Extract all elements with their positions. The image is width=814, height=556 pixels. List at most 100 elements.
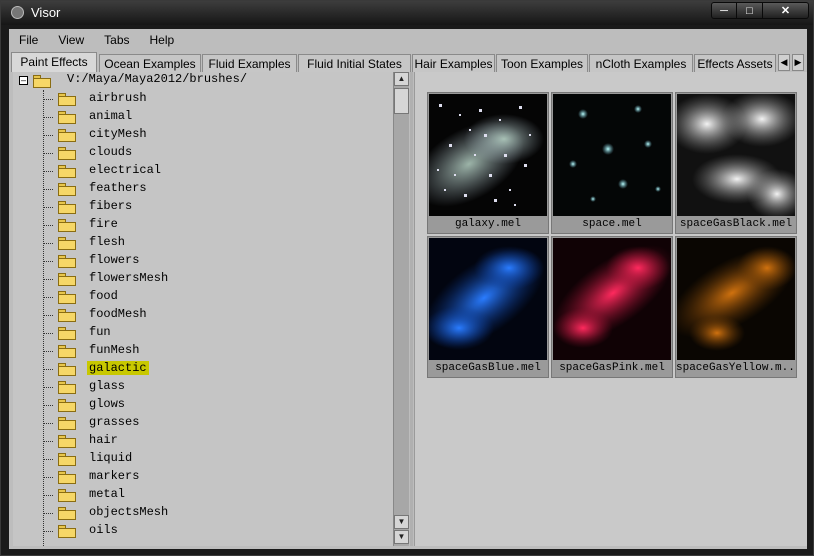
close-button[interactable]: ✕ <box>763 2 809 19</box>
tree-item-animal[interactable]: animal <box>43 108 383 126</box>
tree-connector <box>43 153 53 154</box>
tab-ocean-examples[interactable]: Ocean Examples <box>99 54 201 72</box>
tree-connector <box>43 261 53 262</box>
tree-item-galactic[interactable]: galactic <box>43 360 383 378</box>
thumbnail-space-gas-pink[interactable]: spaceGasPink.mel <box>551 236 673 378</box>
tree-item-label: flesh <box>89 235 126 249</box>
tree-item-electrical[interactable]: electrical <box>43 162 383 180</box>
tree-item-liquid[interactable]: liquid <box>43 450 383 468</box>
tree-item-label: objectsMesh <box>89 505 169 519</box>
gas-black-preview-icon <box>677 94 795 216</box>
maya-app-icon <box>11 6 24 19</box>
tree-item-glass[interactable]: glass <box>43 378 383 396</box>
root-path: V:/Maya/Maya2012/brushes/ <box>67 72 248 86</box>
tree-item-airbrush[interactable]: airbrush <box>43 90 383 108</box>
tree-connector <box>43 99 53 100</box>
tree-item-markers[interactable]: markers <box>43 468 383 486</box>
tree-connector <box>43 477 53 478</box>
scroll-end-icon[interactable]: ▼ <box>394 530 409 544</box>
tree-item-label: funMesh <box>89 343 140 357</box>
tree-item-grasses[interactable]: grasses <box>43 414 383 432</box>
tree-item-fire[interactable]: fire <box>43 216 383 234</box>
tree-connector <box>43 351 53 352</box>
tree-item-label: grasses <box>89 415 140 429</box>
tab-paint-effects[interactable]: Paint Effects <box>11 52 97 72</box>
folder-icon <box>58 453 76 466</box>
thumbnail-space-gas-yellow[interactable]: spaceGasYellow.m... <box>675 236 797 378</box>
tab-fluid-examples[interactable]: Fluid Examples <box>202 54 297 72</box>
menu-file[interactable]: File <box>9 29 48 51</box>
tree-connector <box>43 513 53 514</box>
folder-open-icon <box>33 75 51 88</box>
tree-item-flowersmesh[interactable]: flowersMesh <box>43 270 383 288</box>
galaxy-preview-icon <box>429 94 547 216</box>
tab-effects-assets[interactable]: Effects Assets <box>694 54 776 72</box>
scroll-up-icon[interactable]: ▲ <box>394 72 409 86</box>
tree-item-funmesh[interactable]: funMesh <box>43 342 383 360</box>
tree-item-label: flowers <box>89 253 140 267</box>
tree-connector <box>43 243 53 244</box>
folder-icon <box>58 93 76 106</box>
tree-connector <box>43 441 53 442</box>
folder-icon <box>58 471 76 484</box>
collapse-icon[interactable]: – <box>19 76 28 85</box>
folder-icon <box>58 327 76 340</box>
tree-item-label: electrical <box>89 163 162 177</box>
folder-icon <box>58 435 76 448</box>
tree-connector <box>43 117 53 118</box>
space-preview-icon <box>553 94 671 216</box>
menu-tabs[interactable]: Tabs <box>94 29 139 51</box>
folder-icon <box>58 183 76 196</box>
tab-scroll-left-button[interactable]: ◀ <box>778 54 790 71</box>
scroll-down-icon[interactable]: ▼ <box>394 515 409 529</box>
panel-splitter[interactable] <box>410 72 413 546</box>
tab-ncloth-examples[interactable]: nCloth Examples <box>589 54 693 72</box>
folder-icon <box>58 363 76 376</box>
scroll-thumb[interactable] <box>394 88 409 114</box>
tab-hair-examples[interactable]: Hair Examples <box>412 54 495 72</box>
tree-scrollbar[interactable]: ▲ ▼ ▼ <box>393 72 409 546</box>
tree-item-fibers[interactable]: fibers <box>43 198 383 216</box>
maximize-button[interactable]: □ <box>737 2 763 19</box>
minimize-button[interactable]: ─ <box>711 2 737 19</box>
tree-item-label: liquid <box>89 451 133 465</box>
folder-icon <box>58 309 76 322</box>
tree-item-citymesh[interactable]: cityMesh <box>43 126 383 144</box>
gas-blue-preview-icon <box>429 238 547 360</box>
tree-item-fun[interactable]: fun <box>43 324 383 342</box>
folder-icon <box>58 147 76 160</box>
tab-fluid-initial-states[interactable]: Fluid Initial States <box>298 54 411 72</box>
thumbnail-galaxy[interactable]: galaxy.mel <box>427 92 549 234</box>
thumbnail-space-gas-black[interactable]: spaceGasBlack.mel <box>675 92 797 234</box>
tree-connector <box>43 387 53 388</box>
title-bar[interactable]: Visor ─ □ ✕ <box>1 1 813 25</box>
tree-item-oils[interactable]: oils <box>43 522 383 540</box>
folder-icon <box>58 399 76 412</box>
thumbnail-panel: galaxy.mel space.mel spaceGasBlack.mel s… <box>414 72 807 546</box>
menu-view[interactable]: View <box>48 29 94 51</box>
tree-connector <box>43 333 53 334</box>
thumbnail-space-gas-blue[interactable]: spaceGasBlue.mel <box>427 236 549 378</box>
folder-icon <box>58 111 76 124</box>
tree-item-flowers[interactable]: flowers <box>43 252 383 270</box>
tree-item-foodmesh[interactable]: foodMesh <box>43 306 383 324</box>
tab-toon-examples[interactable]: Toon Examples <box>496 54 588 72</box>
tree-item-label: airbrush <box>89 91 147 105</box>
menu-help[interactable]: Help <box>140 29 185 51</box>
tree-item-feathers[interactable]: feathers <box>43 180 383 198</box>
tree-item-food[interactable]: food <box>43 288 383 306</box>
folder-tree-panel: – V:/Maya/Maya2012/brushes/ airbrush anim… <box>13 72 409 546</box>
tree-connector <box>43 405 53 406</box>
tree-connector <box>43 297 53 298</box>
thumbnail-caption: galaxy.mel <box>454 218 521 230</box>
tab-scroll-right-button[interactable]: ▶ <box>792 54 804 71</box>
tree-item-clouds[interactable]: clouds <box>43 144 383 162</box>
tree-item-objectsmesh[interactable]: objectsMesh <box>43 504 383 522</box>
tree-item-flesh[interactable]: flesh <box>43 234 383 252</box>
tree-connector <box>43 189 53 190</box>
tree-item-glows[interactable]: glows <box>43 396 383 414</box>
visor-body: File View Tabs Help Paint Effects Ocean … <box>9 29 807 549</box>
tree-item-metal[interactable]: metal <box>43 486 383 504</box>
tree-item-hair[interactable]: hair <box>43 432 383 450</box>
thumbnail-space[interactable]: space.mel <box>551 92 673 234</box>
